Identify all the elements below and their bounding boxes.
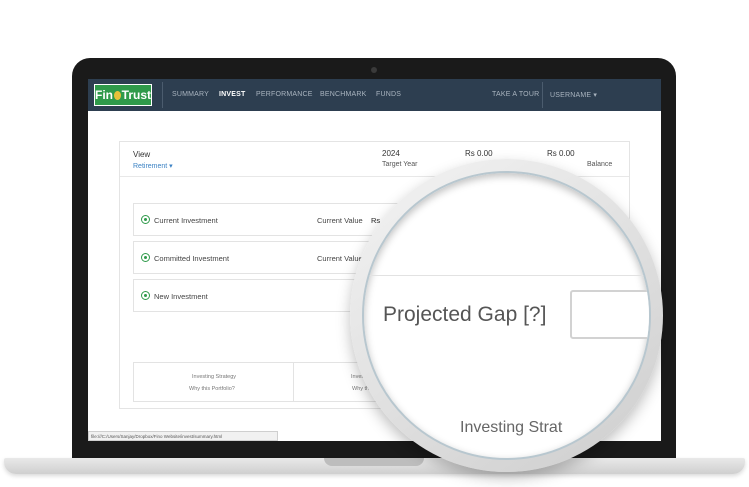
why-portfolio-link[interactable]: Why this Portfolio? xyxy=(189,386,235,392)
laptop-notch xyxy=(324,458,424,466)
nav-item-summary[interactable]: SUMMARY xyxy=(172,91,209,98)
row-label: New Investment xyxy=(154,292,208,301)
nav-item-invest[interactable]: INVEST xyxy=(219,91,245,98)
investing-strategy-heading: Investing Strat xyxy=(460,419,563,436)
camera-icon xyxy=(371,67,377,73)
nav-divider xyxy=(542,82,543,108)
take-tour-link[interactable]: TAKE A TOUR xyxy=(492,91,539,98)
laptop-mockup: Fin Trust SUMMARY INVEST PERFORMANCE BEN… xyxy=(0,0,749,487)
magnifier-lens: Projected Gap [?] Investing Strat xyxy=(362,171,651,460)
nav-item-performance[interactable]: PERFORMANCE xyxy=(256,91,313,98)
nav-item-benchmark[interactable]: BENCHMARK xyxy=(320,91,367,98)
plus-circle-icon xyxy=(141,215,150,224)
balance-label: Balance xyxy=(587,161,613,168)
navbar: Fin Trust SUMMARY INVEST PERFORMANCE BEN… xyxy=(88,79,661,111)
coin-icon xyxy=(114,90,121,100)
target-year-label: Target Year xyxy=(382,161,418,168)
balance-value: Rs 0.00 xyxy=(547,149,575,158)
logo-text-right: Trust xyxy=(121,88,151,102)
divider xyxy=(293,363,294,401)
row-label: Committed Investment xyxy=(154,254,230,263)
plus-circle-icon xyxy=(141,253,150,262)
current-value-label: Current Value xyxy=(317,216,363,225)
current-value-label: Current Value xyxy=(317,254,363,263)
nav-divider xyxy=(162,82,163,108)
username-dropdown[interactable]: USERNAME ▾ xyxy=(550,91,597,99)
divider xyxy=(364,275,649,276)
projected-gap-label: Projected Gap [?] xyxy=(383,303,547,326)
nav-item-funds[interactable]: FUNDS xyxy=(376,91,401,98)
fintrust-logo[interactable]: Fin Trust xyxy=(94,84,152,106)
stat-value: Rs 0.00 xyxy=(465,149,493,158)
plus-circle-icon xyxy=(141,291,150,300)
target-year-value: 2024 xyxy=(382,149,400,158)
logo-text-left: Fin xyxy=(95,88,113,102)
view-label: View xyxy=(133,150,151,159)
view-dropdown[interactable]: Retirement ▾ xyxy=(133,162,173,170)
investing-strategy-link[interactable]: Investing Strategy xyxy=(192,374,236,380)
row-label: Current Investment xyxy=(154,216,218,225)
browser-statusbar: file:///C:/Users/Sanjay/Dropbox/Fino Web… xyxy=(88,431,278,441)
projected-gap-input[interactable] xyxy=(570,290,649,339)
